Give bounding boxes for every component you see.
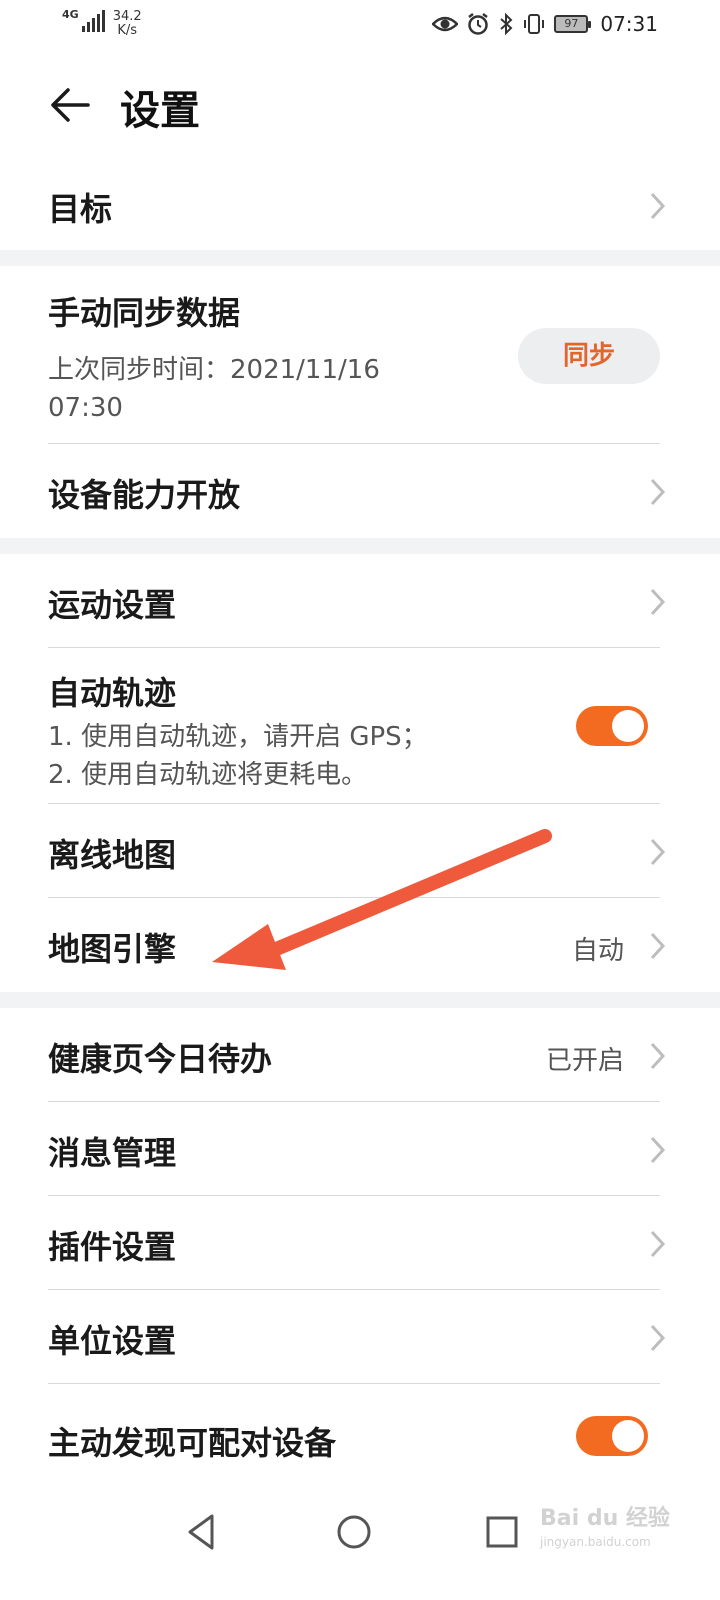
network-type: 4G [62, 8, 79, 21]
row-map-engine[interactable]: 地图引擎 自动 [0, 898, 720, 992]
row-plugin-settings-label: 插件设置 [48, 1228, 177, 1266]
row-manual-sync-label: 手动同步数据 [48, 294, 241, 332]
chevron-right-icon [650, 588, 666, 616]
alarm-icon [468, 13, 489, 35]
page-title: 设置 [120, 88, 200, 134]
row-offline-map-label: 离线地图 [48, 836, 177, 874]
network-speed: 34.2 K/s [113, 10, 142, 38]
row-map-engine-label: 地图引擎 [48, 930, 177, 968]
last-sync-time-line2: 07:30 [48, 393, 123, 423]
row-offline-map[interactable]: 离线地图 [0, 804, 720, 898]
arrow-left-icon [51, 88, 90, 122]
status-bar: 4G 34.2 K/s 97 07:31 [0, 0, 720, 50]
nav-home-icon[interactable] [332, 1510, 376, 1554]
auto-track-notes: 1. 使用自动轨迹，请开启 GPS； 2. 使用自动轨迹将更耗电。 [48, 718, 428, 794]
toggle-knob [612, 710, 644, 742]
network-speed-value: 34.2 [112, 9, 142, 24]
bluetooth-icon [500, 12, 513, 36]
row-exercise-settings[interactable]: 运动设置 [0, 554, 720, 648]
battery-icon: 97 [554, 15, 592, 33]
status-right: 97 07:31 [432, 10, 658, 38]
signal-icon [81, 10, 105, 32]
toggle-knob [612, 1420, 644, 1452]
nav-back-icon[interactable] [180, 1510, 224, 1554]
clock: 07:31 [600, 12, 658, 36]
section-gap [0, 992, 720, 1008]
row-goal[interactable]: 目标 [0, 160, 720, 250]
watermark: Bai du 经验 [540, 1506, 670, 1531]
chevron-right-icon [650, 478, 666, 506]
chevron-right-icon [650, 932, 666, 960]
auto-discover-toggle[interactable] [576, 1416, 648, 1456]
row-device-capability[interactable]: 设备能力开放 [0, 444, 720, 538]
row-exercise-settings-label: 运动设置 [48, 586, 177, 624]
nav-recents-icon[interactable] [480, 1510, 524, 1554]
auto-track-toggle[interactable] [576, 706, 648, 746]
last-sync-time-line1: 上次同步时间：2021/11/16 [48, 355, 380, 385]
network-speed-unit: K/s [117, 23, 137, 38]
chevron-right-icon [650, 838, 666, 866]
row-device-capability-label: 设备能力开放 [48, 476, 241, 514]
row-health-todo[interactable]: 健康页今日待办 已开启 [0, 1008, 720, 1102]
watermark-url: jingyan.baidu.com [540, 1535, 651, 1549]
chevron-right-icon [650, 1136, 666, 1164]
row-health-todo-label: 健康页今日待办 [48, 1040, 273, 1078]
row-plugin-settings[interactable]: 插件设置 [0, 1196, 720, 1290]
row-auto-discover-label: 主动发现可配对设备 [48, 1424, 337, 1462]
chevron-right-icon [650, 1042, 666, 1070]
sync-button[interactable]: 同步 [518, 328, 660, 384]
row-map-engine-value: 自动 [571, 936, 624, 966]
vibrate-icon [524, 14, 545, 34]
last-sync-time: 上次同步时间：2021/11/16 07:30 [48, 351, 380, 427]
status-left: 4G 34.2 K/s [62, 8, 142, 38]
chevron-right-icon [650, 1230, 666, 1258]
row-message-mgmt[interactable]: 消息管理 [0, 1102, 720, 1196]
row-health-todo-value: 已开启 [545, 1046, 624, 1076]
row-unit-settings[interactable]: 单位设置 [0, 1290, 720, 1384]
app-bar: 设置 [0, 60, 720, 150]
row-auto-track-label: 自动轨迹 [48, 674, 177, 712]
auto-track-note-1: 1. 使用自动轨迹，请开启 GPS； [48, 722, 428, 752]
row-message-mgmt-label: 消息管理 [48, 1134, 177, 1172]
chevron-right-icon [650, 192, 666, 220]
auto-track-note-2: 2. 使用自动轨迹将更耗电。 [48, 760, 368, 790]
row-unit-settings-label: 单位设置 [48, 1322, 177, 1360]
eye-comfort-icon [432, 16, 459, 32]
back-button[interactable] [44, 80, 98, 130]
chevron-right-icon [650, 1324, 666, 1352]
section-gap [0, 538, 720, 554]
section-gap [0, 250, 720, 266]
row-goal-label: 目标 [48, 190, 113, 228]
